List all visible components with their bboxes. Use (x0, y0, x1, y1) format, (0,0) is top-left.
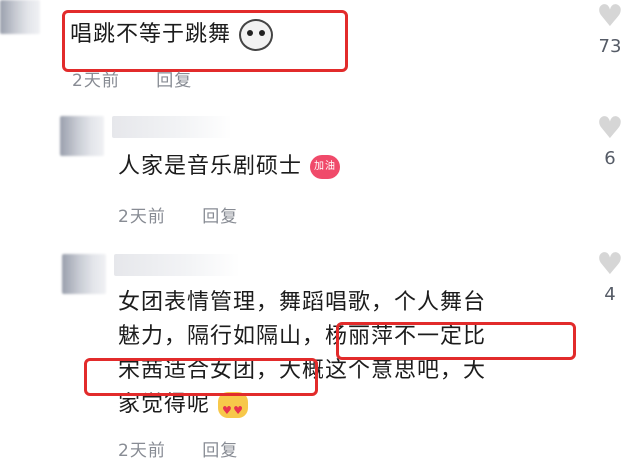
highlight-box (62, 10, 348, 72)
timestamp: 2天前 (118, 441, 166, 461)
username[interactable] (114, 254, 240, 276)
comment-1: 唱跳不等于跳舞 2天前 回复 ♥ 73 (0, 0, 640, 100)
comment-meta: 2天前 回复 (118, 202, 268, 227)
comment-3: 女团表情管理，舞蹈唱歌，个人舞台 魅力，隔行如隔山，杨丽萍不一定比 宋茜适合女团… (0, 240, 640, 472)
avatar[interactable] (60, 116, 104, 156)
comment-2: 人家是音乐剧硕士 加油 2天前 回复 ♥ 6 (0, 100, 640, 240)
timestamp: 2天前 (72, 71, 120, 91)
reply-button[interactable]: 回复 (202, 441, 238, 461)
like-count: 73 (598, 36, 622, 57)
avatar[interactable] (62, 254, 106, 294)
like-button[interactable]: ♥ 6 (590, 112, 630, 170)
username[interactable] (112, 116, 232, 138)
like-button[interactable]: ♥ 4 (590, 248, 630, 306)
reply-button[interactable]: 回复 (202, 207, 238, 227)
timestamp: 2天前 (118, 207, 166, 227)
heart-icon[interactable]: ♥ (590, 248, 630, 282)
heart-icon[interactable]: ♥ (590, 0, 630, 34)
like-button[interactable]: ♥ 73 (590, 0, 630, 57)
highlight-box (84, 358, 318, 396)
reply-button[interactable]: 回复 (156, 71, 192, 91)
like-count: 4 (604, 284, 616, 305)
comment-meta: 2天前 回复 (72, 66, 222, 91)
like-count: 6 (604, 148, 616, 169)
highlight-box (336, 322, 576, 360)
jiayou-emoji-icon: 加油 (310, 155, 341, 179)
comment-text-line-1: 女团表情管理，舞蹈唱歌，个人舞台 (118, 290, 487, 315)
comment-meta: 2天前 回复 (118, 436, 268, 461)
avatar[interactable] (0, 0, 40, 34)
heart-icon[interactable]: ♥ (590, 112, 630, 146)
comment-text: 人家是音乐剧硕士 加油 (118, 150, 341, 184)
